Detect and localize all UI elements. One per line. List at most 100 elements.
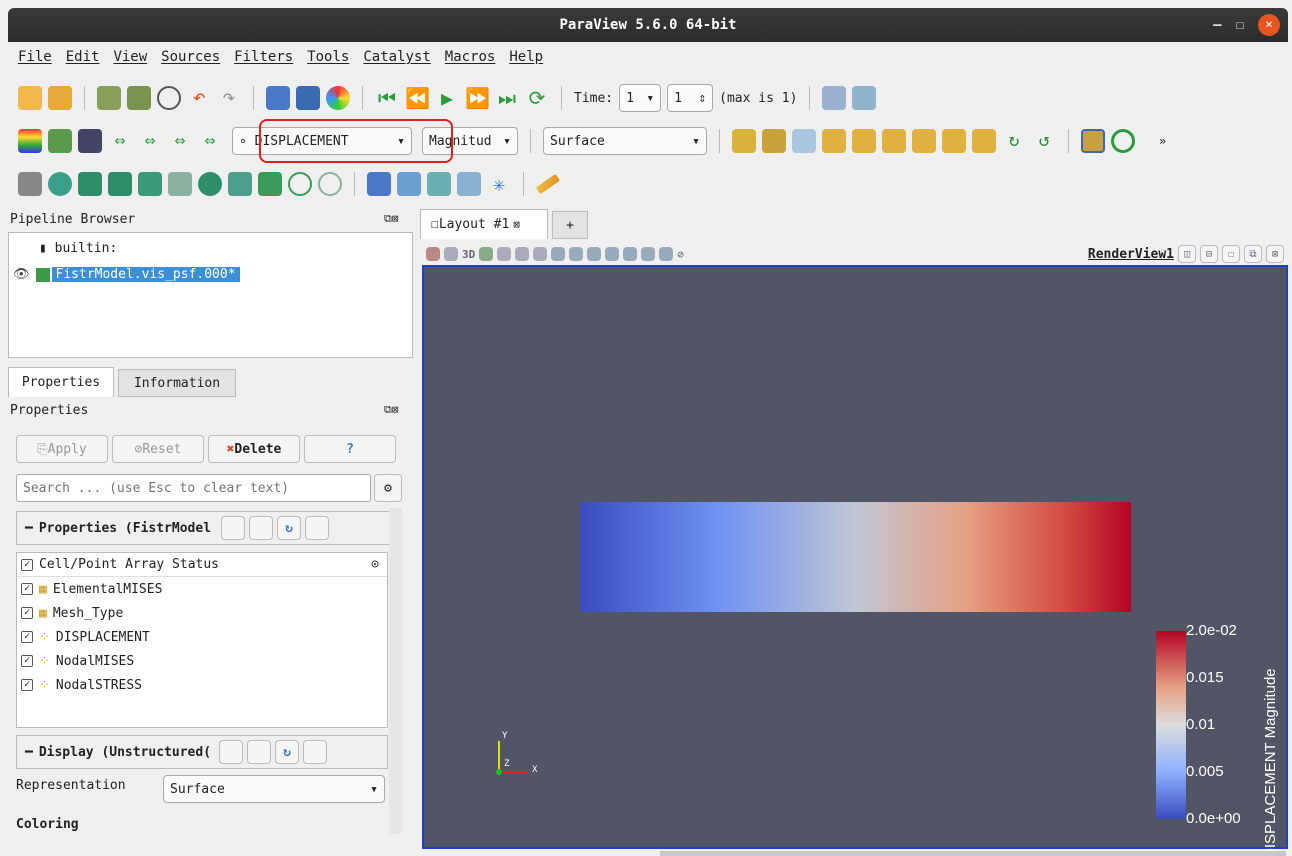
save-state-icon[interactable] (48, 86, 72, 110)
close-view-icon[interactable]: ⊠ (1266, 245, 1284, 263)
list-item[interactable]: ✓ ▦ Mesh_Type (17, 601, 387, 625)
menu-tools[interactable]: Tools (307, 49, 349, 65)
contour-icon[interactable] (48, 172, 72, 196)
select-polygon-icon[interactable] (551, 247, 566, 261)
maximize-view-icon[interactable]: ☐ (1222, 245, 1240, 263)
menu-file[interactable]: File (18, 49, 52, 65)
pipeline-root[interactable]: ▮ builtin: (39, 241, 117, 256)
section-properties[interactable]: ━ Properties (FistrModel ↻ (16, 511, 402, 545)
rescale-range-icon[interactable]: ⇔ (108, 129, 132, 153)
search-input[interactable] (16, 474, 371, 502)
zoom-to-box-icon[interactable] (792, 129, 816, 153)
rescale-custom-icon[interactable]: ⇔ (138, 129, 162, 153)
list-item[interactable]: ✓ ⁘ NodalMISES (17, 649, 387, 673)
restore-display-icon[interactable]: ↻ (275, 740, 300, 764)
save-display-icon[interactable] (303, 740, 328, 764)
open-file-icon[interactable] (18, 86, 42, 110)
color-legend-bar[interactable] (1156, 631, 1186, 819)
menu-edit[interactable]: Edit (66, 49, 100, 65)
toggle-color-legend-icon[interactable] (48, 129, 72, 153)
list-item[interactable]: ✓ ⁘ DISPLACEMENT (17, 625, 387, 649)
representation-select[interactable]: Surface ▾ (163, 775, 385, 803)
previous-frame-icon[interactable]: ⏪ (405, 86, 430, 110)
extract-level-icon[interactable] (318, 172, 342, 196)
list-item[interactable]: ✓ ▦ ElementalMISES (17, 577, 387, 601)
point-source-icon[interactable]: ✳ (487, 172, 511, 196)
undo-icon[interactable]: ↶ (187, 86, 211, 110)
redo-icon[interactable]: ↷ (217, 86, 241, 110)
view-plus-z-icon[interactable] (942, 129, 966, 153)
section-display[interactable]: ━ Display (Unstructured( ↻ (16, 735, 388, 769)
zoom-to-icon[interactable]: ⊘ (677, 248, 684, 261)
first-frame-icon[interactable]: ⏮ (375, 86, 399, 110)
next-frame-icon[interactable]: ⏩ (465, 86, 490, 110)
close-tab-icon[interactable]: ⊠ (513, 218, 520, 231)
float-view-icon[interactable]: ⧉ (1244, 245, 1262, 263)
show-orientation-axes-icon[interactable] (1081, 129, 1105, 153)
glyph-icon[interactable] (198, 172, 222, 196)
timer-icon[interactable] (157, 86, 181, 110)
apply-button[interactable]: ⎘ Apply (16, 435, 108, 463)
panel-float-close-icon[interactable]: ⧉⊠ (384, 212, 398, 226)
plot-over-line-icon[interactable] (427, 172, 451, 196)
select-frustum-icon[interactable] (533, 247, 548, 261)
stream-tracer-icon[interactable] (228, 172, 252, 196)
extract-subset-icon[interactable] (168, 172, 192, 196)
view-toolbar-icon[interactable] (479, 247, 494, 261)
shrink-selection-icon[interactable] (641, 247, 656, 261)
menu-filters[interactable]: Filters (234, 49, 293, 65)
select-points-icon[interactable] (515, 247, 530, 261)
properties-scrollbar[interactable] (389, 508, 402, 834)
show-center-icon[interactable] (1111, 129, 1135, 153)
plot-selection-icon[interactable] (457, 172, 481, 196)
minimize-icon[interactable]: – (1213, 17, 1221, 33)
add-layout-button[interactable]: + (552, 211, 588, 239)
tab-layout[interactable]: ☐ Layout #1 ⊠ (420, 209, 548, 239)
menu-sources[interactable]: Sources (161, 49, 220, 65)
view-minus-y-icon[interactable] (912, 129, 936, 153)
clear-selection-icon[interactable] (659, 247, 674, 261)
view-toolbar-icon[interactable] (426, 247, 440, 261)
reset-camera-closest-icon[interactable] (732, 129, 756, 153)
clip-icon[interactable] (78, 172, 102, 196)
find-data-icon[interactable] (822, 86, 847, 110)
model-surface[interactable] (580, 502, 1131, 612)
array-status-header[interactable]: ✓ Cell/Point Array Status ⊙ (17, 553, 387, 577)
toggle-3d-button[interactable]: 3D (462, 248, 475, 261)
reset-button[interactable]: ⊘ Reset (112, 435, 204, 463)
calculator-icon[interactable] (18, 172, 42, 196)
view-scrollbar[interactable] (660, 851, 1286, 856)
split-horizontal-icon[interactable]: ◫ (1178, 245, 1196, 263)
paste-icon[interactable] (249, 516, 274, 540)
rotate-minus-90-icon[interactable]: ↺ (1032, 129, 1056, 153)
last-frame-icon[interactable]: ⏭ (495, 86, 519, 110)
maximize-icon[interactable]: ☐ (1236, 17, 1244, 33)
threshold-icon[interactable] (138, 172, 162, 196)
group-datasets-icon[interactable] (288, 172, 312, 196)
disconnect-icon[interactable] (127, 86, 151, 110)
pipeline-item[interactable]: 👁 FistrModel.vis_psf.000* (13, 267, 240, 282)
help-button[interactable]: ? (304, 435, 396, 463)
warp-by-vector-icon[interactable] (258, 172, 282, 196)
extract-selection-icon[interactable] (367, 172, 391, 196)
plot-over-time-icon[interactable] (397, 172, 421, 196)
list-item[interactable]: ✓ ⁘ NodalSTRESS (17, 673, 387, 697)
zoom-to-data-icon[interactable] (762, 129, 786, 153)
slice-icon[interactable] (108, 172, 132, 196)
representation-toolbar-select[interactable]: Surface ▾ (543, 127, 707, 155)
capture-icon[interactable] (296, 86, 320, 110)
menu-catalyst[interactable]: Catalyst (363, 49, 430, 65)
close-icon[interactable]: ✕ (1258, 14, 1280, 36)
view-plus-x-icon[interactable] (822, 129, 846, 153)
play-icon[interactable]: ▶ (435, 86, 459, 110)
hover-cells-icon[interactable] (605, 247, 620, 261)
rotate-plus-90-icon[interactable]: ↻ (1002, 129, 1026, 153)
interactive-select-icon[interactable] (569, 247, 584, 261)
save-default-icon[interactable] (305, 516, 330, 540)
view-plus-y-icon[interactable] (882, 129, 906, 153)
loop-icon[interactable]: ⟳ (525, 86, 549, 110)
select-cells-icon[interactable] (497, 247, 512, 261)
add-camera-link-icon[interactable] (852, 86, 877, 110)
rescale-temporal-icon[interactable]: ⇔ (168, 129, 192, 153)
time-select[interactable]: 1 ▾ (619, 84, 662, 112)
